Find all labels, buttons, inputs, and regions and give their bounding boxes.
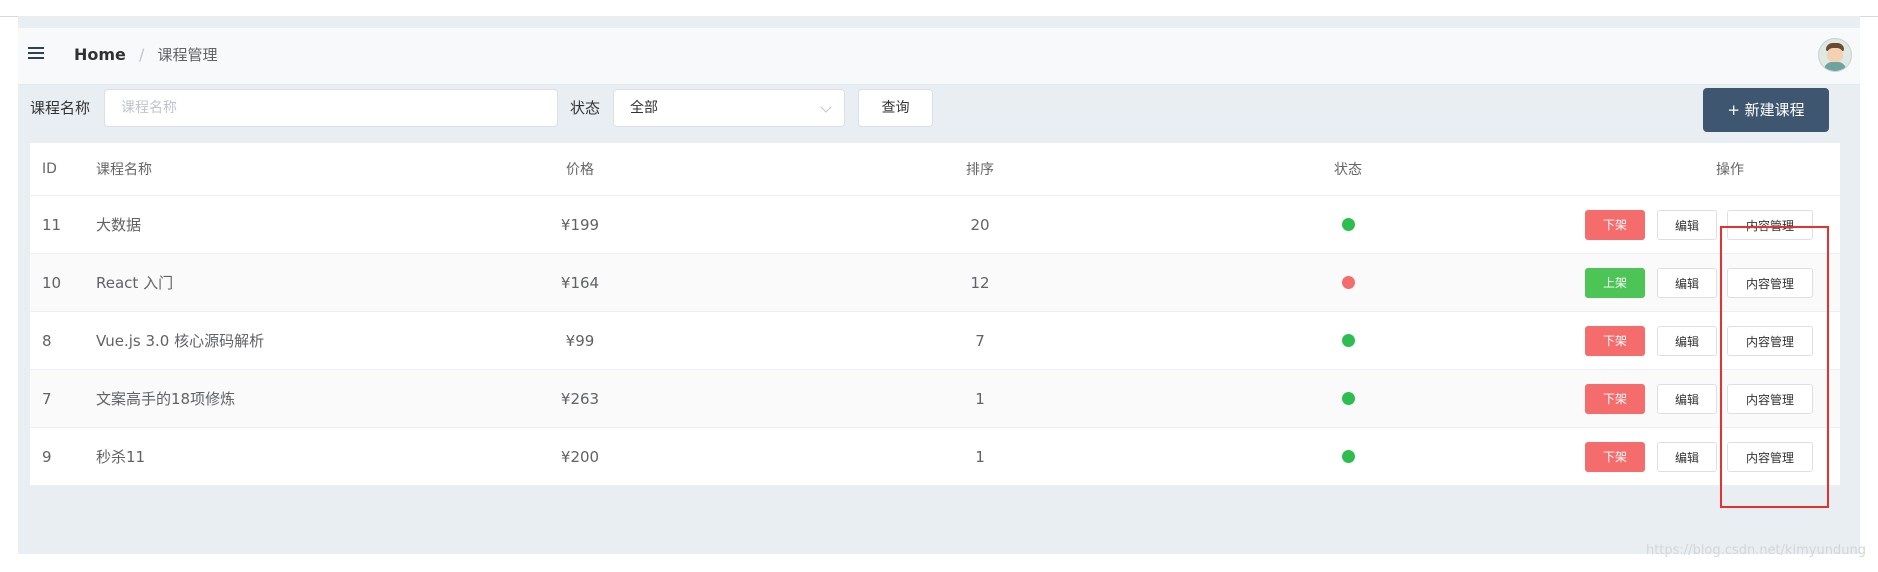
edit-button[interactable]: 编辑 (1657, 326, 1717, 356)
cell-id: 10 (42, 273, 62, 292)
table-row: 11 大数据 ¥199 20 下架 编辑 内容管理 (30, 196, 1840, 254)
cell-price: ¥263 (560, 389, 600, 408)
cell-id: 7 (42, 389, 52, 408)
status-label: 状态 (570, 99, 601, 117)
toggle-publish-button[interactable]: 下架 (1585, 326, 1645, 356)
cell-status (1298, 370, 1398, 427)
status-dot (1341, 218, 1355, 231)
cell-order: 1 (975, 447, 985, 466)
course-table: ID 课程名称 价格 排序 状态 操作 11 大数据 ¥199 20 下架 编辑 内容管理 1… (30, 143, 1840, 486)
toggle-publish-button[interactable]: 下架 (1585, 442, 1645, 472)
cell-price: ¥199 (560, 215, 600, 234)
toggle-publish-button[interactable]: 下架 (1585, 210, 1645, 240)
column-header-order: 排序 (966, 162, 994, 178)
cell-name: 大数据 (96, 216, 142, 234)
breadcrumb-separator: / (139, 45, 145, 64)
top-strip (0, 0, 1878, 17)
breadcrumb-current: 课程管理 (157, 46, 218, 64)
cell-name: Vue.js 3.0 核心源码解析 (96, 332, 265, 350)
highlight-box (1720, 226, 1829, 508)
edit-button[interactable]: 编辑 (1657, 268, 1717, 298)
cell-name: 文案高手的18项修炼 (96, 390, 236, 408)
table-header: ID 课程名称 价格 排序 状态 操作 (30, 143, 1840, 196)
cell-order: 12 (970, 273, 990, 292)
column-header-actions: 操作 (1716, 162, 1744, 178)
cell-id: 9 (42, 447, 52, 466)
header-bar: Home / 课程管理 (18, 28, 1860, 85)
column-header-id: ID (42, 161, 57, 177)
query-button[interactable]: 查询 (858, 89, 933, 127)
status-select[interactable]: 全部 (613, 89, 845, 127)
toggle-publish-button[interactable]: 上架 (1585, 268, 1645, 298)
table-row: 8 Vue.js 3.0 核心源码解析 ¥99 7 下架 编辑 内容管理 (30, 312, 1840, 370)
cell-price: ¥164 (560, 273, 600, 292)
new-course-button[interactable]: + 新建课程 (1703, 88, 1829, 132)
cell-status (1298, 254, 1398, 311)
status-dot (1341, 276, 1355, 289)
cell-name: 秒杀11 (96, 448, 146, 466)
chevron-down-icon (820, 101, 832, 113)
table-row: 9 秒杀11 ¥200 1 下架 编辑 内容管理 (30, 428, 1840, 486)
watermark: https://blog.csdn.net/kimyundung (1645, 543, 1866, 558)
edit-button[interactable]: 编辑 (1657, 210, 1717, 240)
status-select-value: 全部 (630, 100, 658, 116)
cell-order: 1 (975, 389, 985, 408)
status-dot (1341, 334, 1355, 347)
cell-status (1298, 428, 1398, 485)
edit-button[interactable]: 编辑 (1657, 384, 1717, 414)
column-header-name: 课程名称 (96, 162, 152, 178)
cell-order: 20 (970, 215, 990, 234)
course-name-label: 课程名称 (30, 99, 91, 117)
table-row: 10 React 入门 ¥164 12 上架 编辑 内容管理 (30, 254, 1840, 312)
column-header-price: 价格 (566, 162, 594, 178)
menu-icon[interactable] (28, 47, 44, 61)
cell-name: React 入门 (96, 274, 174, 292)
table-row: 7 文案高手的18项修炼 ¥263 1 下架 编辑 内容管理 (30, 370, 1840, 428)
course-name-input[interactable]: 课程名称 (104, 89, 558, 127)
toggle-publish-button[interactable]: 下架 (1585, 384, 1645, 414)
status-dot (1341, 450, 1355, 463)
cell-status (1298, 312, 1398, 369)
cell-id: 11 (42, 215, 62, 234)
cell-status (1298, 196, 1398, 253)
cell-price: ¥200 (560, 447, 600, 466)
cell-order: 7 (975, 331, 985, 350)
edit-button[interactable]: 编辑 (1657, 442, 1717, 472)
column-header-status: 状态 (1334, 162, 1362, 178)
cell-id: 8 (42, 331, 52, 350)
status-dot (1341, 392, 1355, 405)
breadcrumb: Home / 课程管理 (74, 44, 218, 66)
avatar[interactable] (1818, 38, 1852, 72)
cell-price: ¥99 (565, 331, 595, 350)
breadcrumb-home[interactable]: Home (74, 45, 126, 64)
